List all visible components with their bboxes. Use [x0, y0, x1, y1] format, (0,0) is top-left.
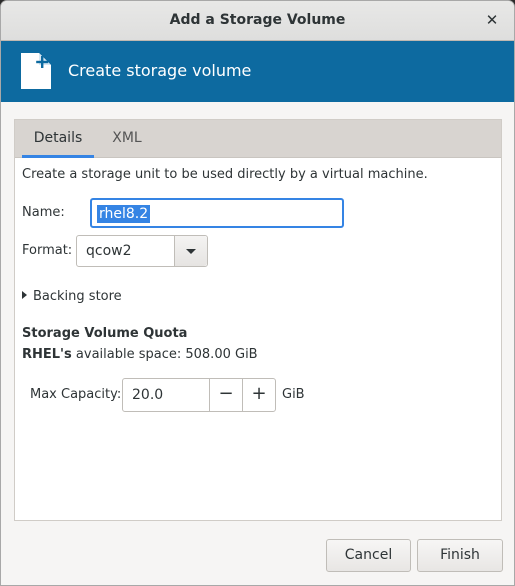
- banner: Create storage volume: [1, 41, 514, 102]
- max-capacity-label: Max Capacity:: [30, 387, 122, 402]
- name-label: Name:: [22, 205, 65, 220]
- capacity-unit: GiB: [282, 387, 305, 402]
- format-label: Format:: [22, 243, 73, 258]
- expander-arrow-icon: [22, 291, 27, 299]
- tab-xml[interactable]: XML: [101, 120, 153, 155]
- name-input[interactable]: rhel8.2: [90, 198, 344, 228]
- chevron-down-icon: [186, 249, 196, 254]
- available-space: RHEL's available space: 508.00 GiB: [22, 347, 258, 362]
- format-dropdown[interactable]: qcow2: [76, 235, 208, 267]
- banner-title: Create storage volume: [68, 61, 252, 80]
- backing-store-expander[interactable]: Backing store: [22, 289, 122, 304]
- available-space-text: available space: 508.00 GiB: [71, 347, 258, 362]
- decrement-button[interactable]: −: [209, 379, 242, 411]
- new-document-icon: [21, 53, 51, 89]
- pool-name: RHEL's: [22, 347, 72, 362]
- max-capacity-value: 20.0: [132, 387, 164, 403]
- backing-store-label: Backing store: [33, 289, 122, 304]
- cancel-button[interactable]: Cancel: [326, 539, 411, 572]
- title-bar: Add a Storage Volume ✕: [1, 1, 514, 41]
- tab-bar: Details XML: [15, 120, 501, 158]
- tab-details[interactable]: Details: [22, 120, 94, 158]
- increment-button[interactable]: +: [242, 379, 275, 411]
- quota-title: Storage Volume Quota: [22, 326, 188, 341]
- close-icon[interactable]: ✕: [482, 9, 502, 31]
- details-panel: Details XML Create a storage unit to be …: [14, 119, 502, 521]
- format-dropdown-button[interactable]: [174, 236, 207, 266]
- format-value: qcow2: [86, 243, 132, 259]
- window-title: Add a Storage Volume: [169, 12, 346, 28]
- max-capacity-spinner[interactable]: 20.0 − +: [122, 378, 276, 412]
- add-storage-volume-dialog: Add a Storage Volume ✕ Create storage vo…: [0, 0, 515, 586]
- name-input-value: rhel8.2: [97, 205, 151, 223]
- description-text: Create a storage unit to be used directl…: [22, 167, 428, 182]
- finish-button[interactable]: Finish: [417, 539, 503, 572]
